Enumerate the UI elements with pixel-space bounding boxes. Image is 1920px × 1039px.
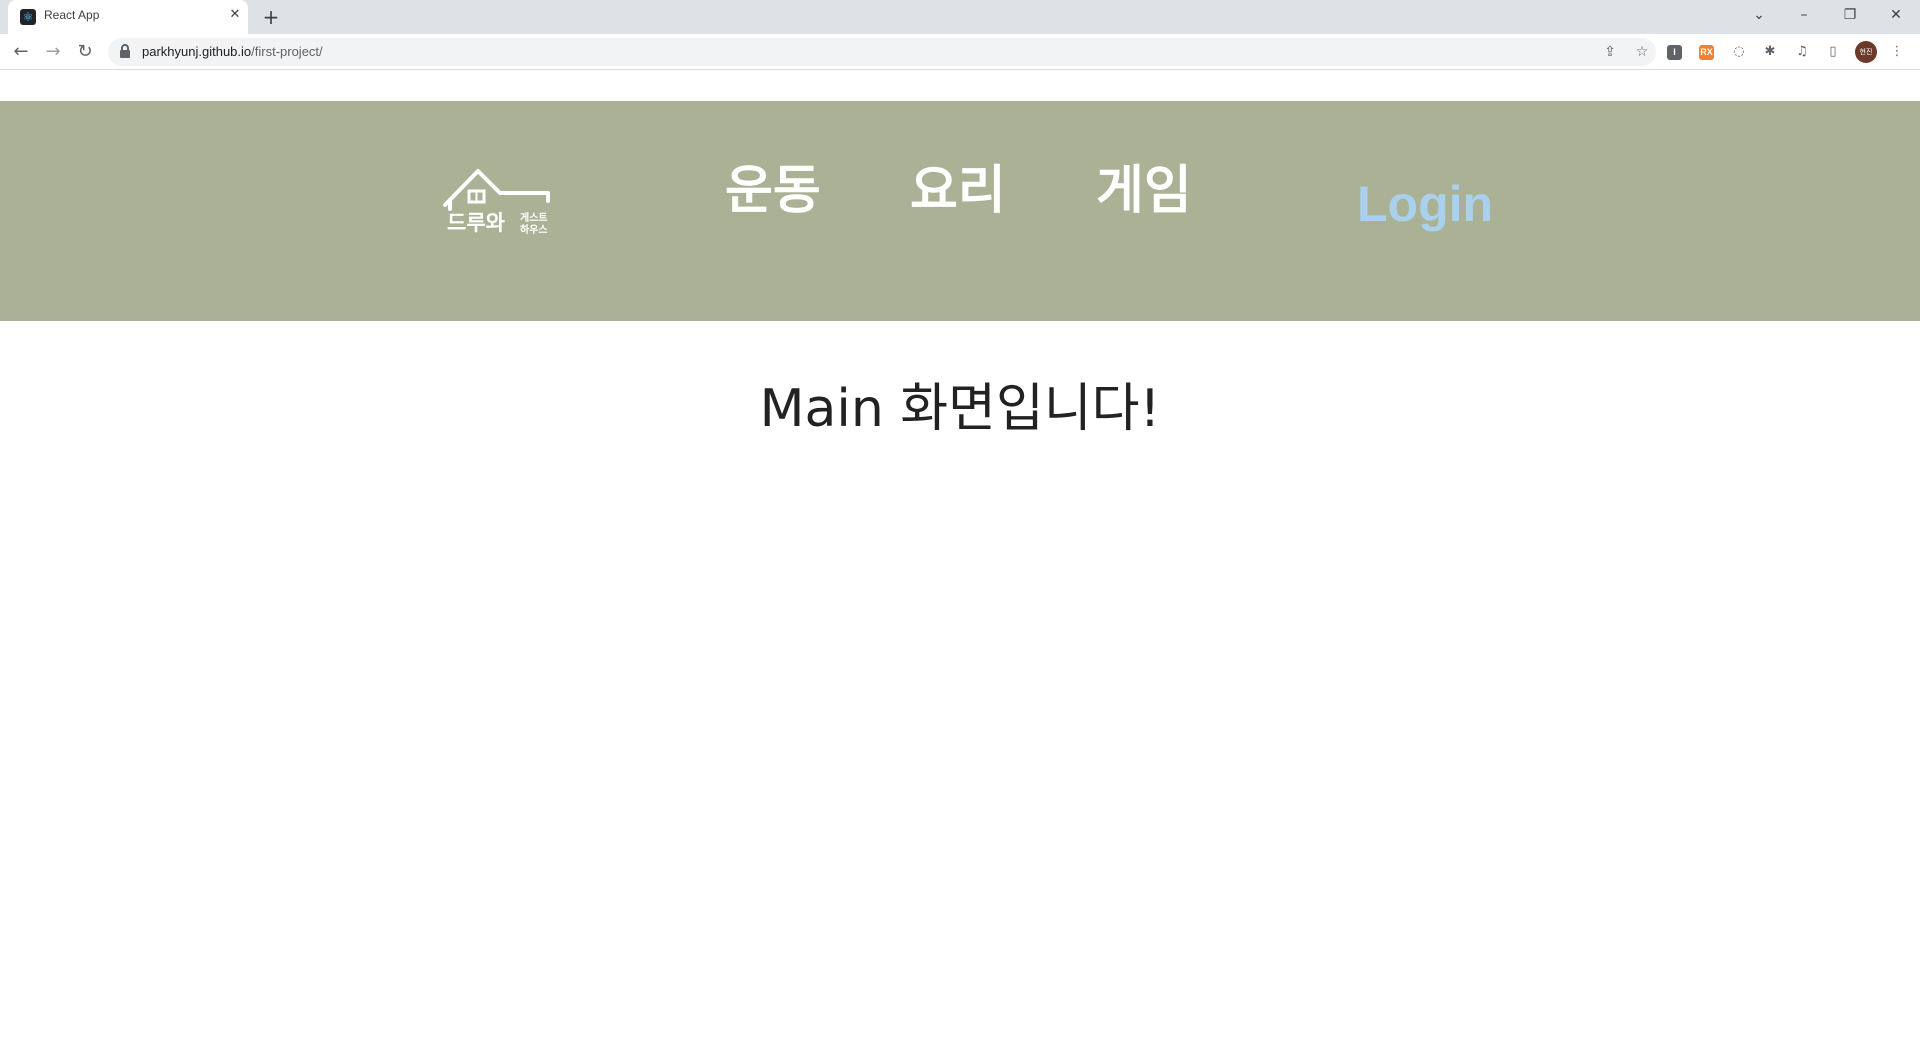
extension-circle-icon[interactable]: ◌ xyxy=(1729,42,1749,62)
logo-text-main: 드루와 xyxy=(447,211,506,235)
house-logo-icon: 드루와 게스트 하우스 xyxy=(443,169,550,236)
side-panel-icon[interactable]: ▯ xyxy=(1823,42,1843,62)
extension-rx-icon[interactable]: RX xyxy=(1699,45,1714,60)
tab-search-icon[interactable]: ⌄ xyxy=(1745,4,1773,26)
nav-link-exercise[interactable]: 운동 xyxy=(725,165,821,217)
browser-toolbar: ← → ↻ parkhyunj.github.io/first-project/… xyxy=(0,34,1920,70)
url-host: parkhyunj.github.io xyxy=(142,44,252,59)
back-button[interactable]: ← xyxy=(9,40,33,64)
browser-tab[interactable]: ⚛ React App ✕ xyxy=(8,0,248,34)
nav-link-game[interactable]: 게임 xyxy=(1096,165,1192,217)
media-controls-icon[interactable]: ♫ xyxy=(1792,42,1812,62)
bookmark-star-icon[interactable]: ☆ xyxy=(1632,42,1652,62)
main-title: Main 화면입니다! xyxy=(759,379,1161,439)
minimize-button[interactable]: – xyxy=(1790,4,1818,26)
extension-i-icon[interactable]: I xyxy=(1667,45,1682,60)
react-favicon-icon: ⚛ xyxy=(20,9,36,25)
share-icon[interactable]: ⇪ xyxy=(1600,42,1620,62)
logo-text-sub-2: 하우스 xyxy=(520,223,548,236)
site-header: 드루와 게스트 하우스 운동 요리 게임 Login xyxy=(0,101,1920,321)
login-link[interactable]: Login xyxy=(1357,179,1493,229)
lock-icon[interactable] xyxy=(120,44,130,58)
browser-tabstrip: ⚛ React App ✕ + ⌄ – ❐ ✕ xyxy=(0,0,1920,34)
menu-kebab-icon[interactable]: ⋮ xyxy=(1887,42,1907,62)
new-tab-button[interactable]: + xyxy=(260,6,282,28)
close-tab-icon[interactable]: ✕ xyxy=(226,6,244,24)
reload-button[interactable]: ↻ xyxy=(73,40,97,64)
forward-button[interactable]: → xyxy=(41,40,65,64)
logo-text-sub-1: 게스트 xyxy=(520,211,548,224)
address-bar[interactable]: parkhyunj.github.io/first-project/ ⇪ ☆ xyxy=(108,38,1656,66)
extensions-puzzle-icon[interactable]: ✱ xyxy=(1760,42,1780,62)
restore-button[interactable]: ❐ xyxy=(1836,4,1864,26)
close-window-button[interactable]: ✕ xyxy=(1882,4,1910,26)
tab-title: React App xyxy=(44,8,100,22)
url-text[interactable]: parkhyunj.github.io/first-project/ xyxy=(142,44,323,59)
url-path: /first-project/ xyxy=(251,44,323,59)
guesthouse-logo[interactable]: 드루와 게스트 하우스 xyxy=(440,163,555,243)
nav-link-cooking[interactable]: 요리 xyxy=(910,165,1006,217)
profile-avatar[interactable]: 현진 xyxy=(1855,41,1877,63)
